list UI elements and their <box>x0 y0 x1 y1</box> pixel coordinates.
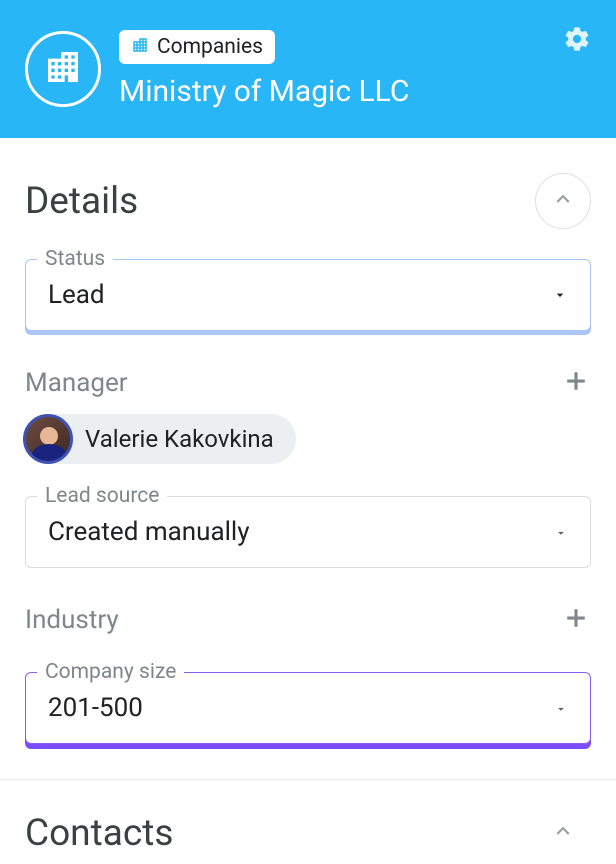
contacts-section-title: Contacts <box>25 812 173 855</box>
contacts-collapse-button[interactable] <box>535 805 591 861</box>
industry-row-header: Industry <box>25 603 591 637</box>
dropdown-arrow-icon <box>554 693 568 723</box>
industry-label: Industry <box>25 605 119 635</box>
gear-icon <box>563 38 591 57</box>
add-industry-button[interactable] <box>561 603 591 637</box>
details-section-header: Details <box>25 138 591 247</box>
building-small-icon <box>131 36 149 58</box>
plus-icon <box>561 366 591 400</box>
lead-source-field-label: Lead source <box>37 484 167 508</box>
header-text-block: Companies Ministry of Magic LLC <box>119 30 409 109</box>
chevron-up-icon <box>550 818 576 848</box>
chevron-up-icon <box>550 186 576 216</box>
details-section: Details Status Lead Manager Valerie Kako… <box>0 138 616 744</box>
company-size-field-wrapper: Company size 201-500 <box>25 672 591 744</box>
status-field-wrapper: Status Lead <box>25 259 591 331</box>
company-size-value: 201-500 <box>48 693 143 723</box>
header: Companies Ministry of Magic LLC <box>0 0 616 138</box>
lead-source-field-wrapper: Lead source Created manually <box>25 496 591 568</box>
manager-row-header: Manager <box>25 366 591 400</box>
manager-chip[interactable]: Valerie Kakovkina <box>25 414 296 464</box>
contacts-section-header: Contacts <box>25 780 591 861</box>
breadcrumb[interactable]: Companies <box>119 30 275 64</box>
manager-label: Manager <box>25 368 128 398</box>
status-field-label: Status <box>37 247 113 271</box>
details-collapse-button[interactable] <box>535 173 591 229</box>
plus-icon <box>561 603 591 637</box>
dropdown-arrow-icon <box>552 280 568 310</box>
manager-name: Valerie Kakovkina <box>85 425 274 453</box>
lead-source-value: Created manually <box>48 517 250 547</box>
status-value: Lead <box>48 280 105 310</box>
contacts-section: Contacts <box>0 779 616 861</box>
building-icon <box>43 47 83 91</box>
avatar <box>23 414 73 464</box>
dropdown-arrow-icon <box>554 517 568 547</box>
breadcrumb-label: Companies <box>157 35 263 59</box>
settings-button[interactable] <box>563 25 591 53</box>
company-avatar-circle <box>25 31 101 107</box>
page-title: Ministry of Magic LLC <box>119 74 409 109</box>
company-size-field-label: Company size <box>37 660 184 684</box>
add-manager-button[interactable] <box>561 366 591 400</box>
details-section-title: Details <box>25 180 138 223</box>
